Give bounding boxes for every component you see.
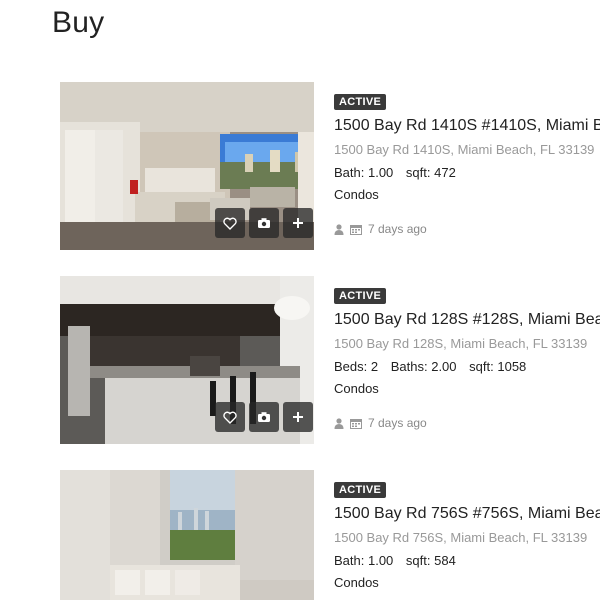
listing-type: Condos [334,187,379,202]
spec-bath: Bath: 1.00 [334,165,394,180]
spec-beds: Beds: 2 [334,359,379,374]
heart-icon [223,411,237,424]
photos-button[interactable] [249,208,279,238]
living-room-photo [60,470,314,600]
status-badge: ACTIVE [334,288,387,304]
listing-specs: Bath: 1.00 sqft: 584 [334,553,600,568]
listing-specs: Bath: 1.00 sqft: 472 [334,165,600,180]
favorite-button[interactable] [215,402,245,432]
listing-details: ACTIVE 1500 Bay Rd 756S #756S, Miami Bea… [334,480,600,590]
calendar-icon [350,418,362,429]
more-button[interactable] [283,402,313,432]
listing-photo[interactable] [60,470,314,600]
listing-details: ACTIVE 1500 Bay Rd 1410S #1410S, Miami B… [334,92,600,236]
status-badge: ACTIVE [334,94,387,110]
listing-title-link[interactable]: 1500 Bay Rd 756S #756S, Miami Beach [334,505,600,523]
spec-bath: Bath: 1.00 [334,553,394,568]
camera-icon [258,412,270,422]
spec-baths: Baths: 2.00 [390,359,457,374]
posted-date: 7 days ago [368,416,427,430]
heart-icon [223,217,237,230]
listing-type: Condos [334,575,379,590]
listing-card: ACTIVE 1500 Bay Rd 128S #128S, Miami Bea… [0,276,600,456]
status-badge: ACTIVE [334,482,387,498]
user-icon [334,417,344,429]
calendar-icon [350,224,362,235]
listing-type: Condos [334,381,379,396]
spec-sqft: sqft: 472 [405,165,456,180]
listing-address: 1500 Bay Rd 756S, Miami Beach, FL 33139 [334,530,588,545]
favorite-button[interactable] [215,208,245,238]
spec-sqft: sqft: 1058 [469,359,527,374]
listing-meta: 7 days ago [334,416,600,430]
page-title: Buy [52,6,105,39]
listing-photo[interactable] [60,276,314,444]
spec-sqft: sqft: 584 [405,553,456,568]
posted-date: 7 days ago [368,222,427,236]
listing-card: ACTIVE 1500 Bay Rd 756S #756S, Miami Bea… [0,470,600,600]
plus-icon [293,412,303,422]
listing-title-link[interactable]: 1500 Bay Rd 1410S #1410S, Miami Beach [334,117,600,135]
photos-button[interactable] [249,402,279,432]
listing-meta: 7 days ago [334,222,600,236]
camera-icon [258,218,270,228]
listing-address: 1500 Bay Rd 128S, Miami Beach, FL 33139 [334,336,588,351]
listing-photo[interactable] [60,82,314,250]
listing-address: 1500 Bay Rd 1410S, Miami Beach, FL 33139 [334,142,595,157]
more-button[interactable] [283,208,313,238]
listing-details: ACTIVE 1500 Bay Rd 128S #128S, Miami Bea… [334,286,600,430]
listing-card: ACTIVE 1500 Bay Rd 1410S #1410S, Miami B… [0,82,600,262]
user-icon [334,223,344,235]
plus-icon [293,218,303,228]
listing-title-link[interactable]: 1500 Bay Rd 128S #128S, Miami Beach [334,311,600,329]
listing-specs: Beds: 2 Baths: 2.00 sqft: 1058 [334,359,600,374]
